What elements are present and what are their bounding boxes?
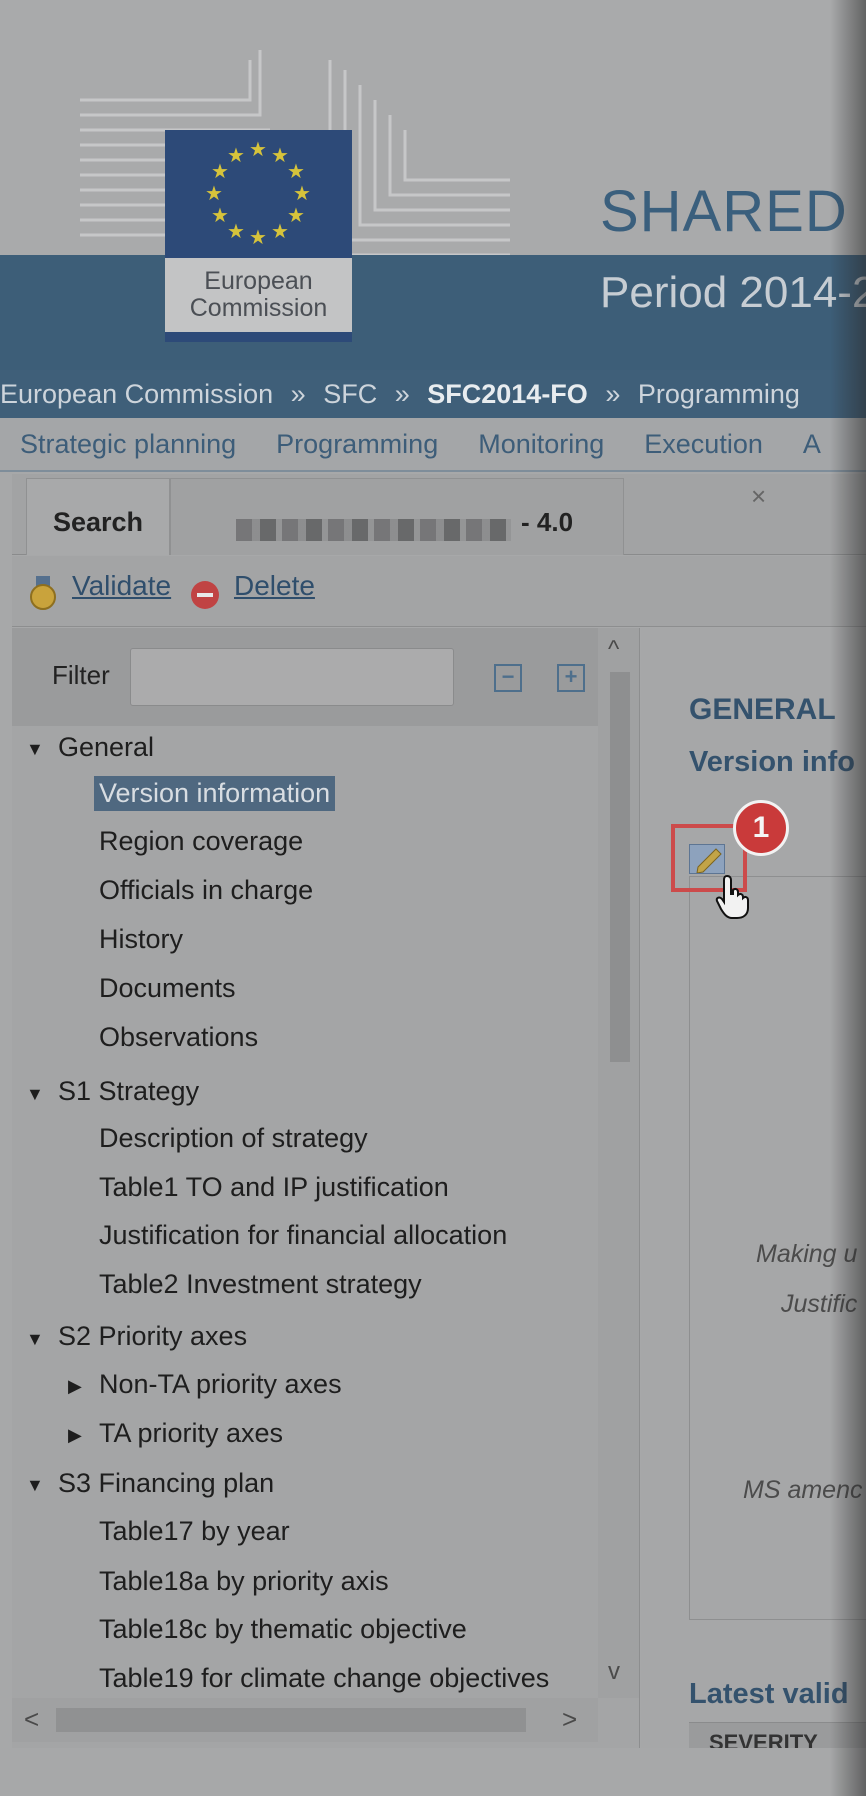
medal-icon [30, 576, 56, 610]
validate-button[interactable]: Validate [72, 570, 171, 602]
svg-text:★: ★ [271, 219, 289, 243]
scroll-down-icon[interactable]: v [608, 1658, 620, 1686]
svg-text:★: ★ [287, 159, 305, 183]
filter-bar: Filter − + [12, 628, 598, 726]
app-subtitle: Period 2014-2 [600, 268, 866, 317]
breadcrumb-item[interactable]: Programming [638, 370, 800, 418]
svg-text:★: ★ [227, 143, 245, 167]
scroll-right-icon[interactable]: > [562, 1704, 577, 1735]
svg-text:★: ★ [249, 137, 267, 161]
main-menu: Strategic planning Programming Monitoring E… [0, 418, 866, 472]
delete-button[interactable]: Delete [234, 570, 315, 602]
tree-item-table19[interactable]: Table19 for climate change objectives [99, 1663, 549, 1694]
caret-right-icon[interactable]: ▶ [68, 1376, 82, 1397]
filter-label: Filter [52, 660, 110, 690]
redacted-document-id [236, 519, 511, 541]
section-title: GENERAL [689, 693, 836, 726]
svg-text:★: ★ [211, 203, 229, 227]
menu-item-programming[interactable]: Programming [276, 418, 438, 470]
breadcrumb-item[interactable]: European Commission [0, 370, 273, 418]
tree-item-non-ta-priority-axes[interactable]: Non-TA priority axes [99, 1369, 342, 1400]
hand-cursor-icon [715, 874, 749, 919]
menu-item-more[interactable]: A [803, 418, 821, 470]
tree-item-table18a[interactable]: Table18a by priority axis [99, 1566, 389, 1597]
breadcrumb-item[interactable]: SFC [323, 370, 377, 418]
tree-item-ta-priority-axes[interactable]: TA priority axes [99, 1418, 283, 1449]
tree-node-s3-financing-plan[interactable]: S3 Financing plan [58, 1468, 274, 1499]
breadcrumb-separator: » [605, 379, 621, 409]
ec-logo: ★ ★ ★ ★ ★ ★ ★ ★ ★ ★ ★ ★ European Commission [165, 130, 352, 342]
tree-item-table18c[interactable]: Table18c by thematic objective [99, 1614, 467, 1645]
expand-all-button[interactable]: + [557, 664, 585, 692]
breadcrumb-separator: » [394, 379, 410, 409]
svg-text:★: ★ [249, 225, 267, 249]
subsection-title: Version info [689, 746, 855, 778]
breadcrumb-item[interactable]: SFC2014-FO [427, 370, 588, 418]
tab-document-version: - 4.0 [521, 507, 574, 537]
main-content: GENERAL Version info 1 Making u Justific… [641, 628, 866, 1748]
close-icon[interactable]: × [751, 481, 766, 512]
toolbar: Validate Delete [12, 556, 866, 627]
scrollbar-thumb[interactable] [610, 672, 630, 1062]
navigation-tree-panel: Filter − + ▼ General Version information… [12, 628, 640, 1748]
caret-down-icon[interactable]: ▼ [26, 1329, 44, 1350]
tree-node-s1-strategy[interactable]: S1 Strategy [58, 1076, 199, 1107]
eu-flag-icon: ★ ★ ★ ★ ★ ★ ★ ★ ★ ★ ★ ★ [165, 130, 352, 258]
logo-text: European Commission [189, 267, 328, 322]
svg-text:★: ★ [205, 181, 223, 205]
tree-node-general[interactable]: General [58, 732, 154, 763]
svg-text:★: ★ [293, 181, 311, 205]
caret-down-icon[interactable]: ▼ [26, 1084, 44, 1105]
tree-item-justification-financial-allocation[interactable]: Justification for financial allocation [99, 1220, 507, 1251]
tree-item-description-of-strategy[interactable]: Description of strategy [99, 1123, 368, 1154]
tree-item-region-coverage[interactable]: Region coverage [99, 826, 303, 857]
scroll-left-icon[interactable]: < [24, 1704, 39, 1735]
caret-right-icon[interactable]: ▶ [68, 1425, 82, 1446]
tree-item-officials-in-charge[interactable]: Officials in charge [99, 875, 313, 906]
tree-item-documents[interactable]: Documents [99, 973, 236, 1004]
delete-icon [191, 581, 219, 609]
latest-validation-title: Latest valid [689, 1678, 849, 1710]
tree-item-table1[interactable]: Table1 TO and IP justification [99, 1172, 449, 1203]
caret-down-icon[interactable]: ▼ [26, 1475, 44, 1496]
field-label-making-use: Making u [756, 1240, 858, 1268]
svg-text:★: ★ [227, 219, 245, 243]
filter-input[interactable] [130, 648, 454, 706]
vertical-scrollbar[interactable]: ^ v [598, 628, 639, 1698]
tree-item-table2[interactable]: Table2 Investment strategy [99, 1269, 422, 1300]
tab-document[interactable]: - 4.0 × [170, 478, 766, 555]
svg-text:★: ★ [287, 203, 305, 227]
field-label-justification: Justific [781, 1290, 858, 1318]
menu-item-monitoring[interactable]: Monitoring [478, 418, 604, 470]
menu-item-strategic-planning[interactable]: Strategic planning [20, 418, 236, 470]
breadcrumb-separator: » [290, 379, 306, 409]
collapse-all-button[interactable]: − [494, 664, 522, 692]
site-header: ★ ★ ★ ★ ★ ★ ★ ★ ★ ★ ★ ★ European Commission SHAR… [0, 0, 866, 370]
app-title: SHARED [600, 179, 848, 244]
tab-search[interactable]: Search [26, 478, 170, 555]
field-label-ms-amendment: MS amenc [743, 1476, 863, 1504]
severity-column-header: SEVERITY [689, 1722, 866, 1748]
menu-item-execution[interactable]: Execution [644, 418, 763, 470]
edit-icon [689, 844, 725, 874]
tree-item-history[interactable]: History [99, 924, 183, 955]
tree-item-observations[interactable]: Observations [99, 1022, 258, 1053]
tree-item-table17[interactable]: Table17 by year [99, 1516, 290, 1547]
scrollbar-thumb[interactable] [56, 1708, 526, 1732]
tab-bar: Search - 4.0 × [12, 474, 866, 555]
breadcrumb: European Commission » SFC » SFC2014-FO »… [0, 370, 866, 418]
caret-down-icon[interactable]: ▼ [26, 739, 44, 760]
tree-node-s2-priority-axes[interactable]: S2 Priority axes [58, 1321, 247, 1352]
scroll-up-icon[interactable]: ^ [608, 636, 619, 664]
step-badge: 1 [733, 800, 789, 856]
horizontal-scrollbar[interactable]: < > [12, 1698, 598, 1742]
tree-item-version-information[interactable]: Version information [94, 776, 336, 811]
